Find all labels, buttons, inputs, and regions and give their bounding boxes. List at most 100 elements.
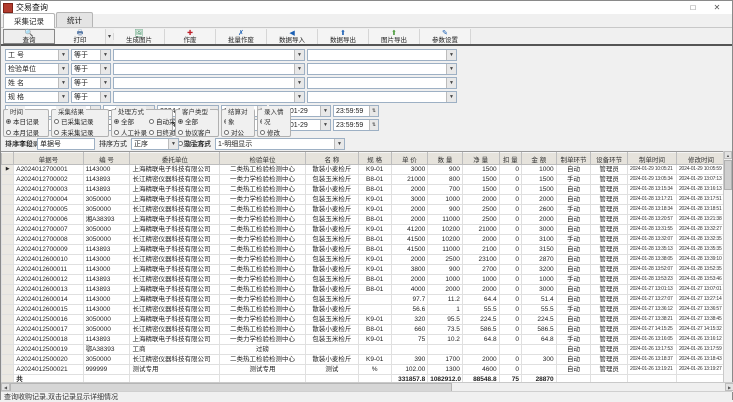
vertical-scroll-thumb[interactable] — [724, 160, 732, 190]
grid-column-header[interactable]: 扣 量 — [499, 153, 521, 165]
chevron-down-icon[interactable]: ▼ — [100, 78, 110, 88]
grid-row[interactable]: A2024012700007 3050000 上海精联电子科技有限公司 二类热工… — [2, 225, 726, 235]
grid-row[interactable]: A2024012500016 3050000 上海精联电子科技有限公司 一类力学… — [2, 315, 726, 325]
filter-value2-combo[interactable]: ▼ — [307, 63, 457, 75]
sort-field-input[interactable]: 单据号 — [37, 138, 95, 150]
grid-row[interactable]: A2024012700008 3050000 长江精密仪器科技有限公司 一类力学… — [2, 235, 726, 245]
close-button[interactable]: ✕ — [712, 3, 722, 12]
radio-option[interactable]: 人工补录 — [114, 127, 147, 137]
grid-row[interactable]: A2024012600012 1143893 长江精密仪器科技有限公司 一类力学… — [2, 275, 726, 285]
filter-value2-combo[interactable]: ▼ — [307, 77, 457, 89]
radio-option[interactable]: 对公 — [224, 127, 252, 137]
grid-row[interactable]: A2024012500021 999999 测试专用 测试专用 测试 % 102… — [2, 365, 726, 375]
grid-row[interactable]: A2024012700005 3050000 长江精密仪器科技有限公司 二类热工… — [2, 205, 726, 215]
radio-option[interactable]: 本日记录 — [6, 116, 46, 126]
grid-column-header[interactable]: 修改时间 — [676, 153, 725, 165]
filter-value1-combo[interactable]: ▼ — [113, 63, 305, 75]
chevron-down-icon[interactable]: ▼ — [446, 50, 456, 60]
chevron-down-icon[interactable]: ▼ — [294, 92, 304, 102]
sort-order-select[interactable]: 正序▼ — [131, 138, 179, 150]
scroll-up-icon[interactable]: ▲ — [724, 151, 732, 159]
chevron-down-icon[interactable]: ▼ — [168, 139, 178, 149]
chevron-down-icon[interactable]: ▼ — [58, 92, 68, 102]
chevron-down-icon[interactable]: ▼ — [294, 78, 304, 88]
grid-column-header[interactable]: 单 价 — [391, 153, 428, 165]
grid-column-header[interactable]: 制单环节 — [556, 153, 591, 165]
tab-statistics[interactable]: 统计 — [56, 12, 93, 27]
filter-value1-combo[interactable]: ▼ — [113, 77, 305, 89]
chevron-down-icon[interactable]: ▼ — [334, 139, 344, 149]
grid-column-header[interactable]: 单据号 — [14, 153, 83, 165]
grid-row[interactable]: A2024012500019 鄂A38393 工商 过磅 自动 管理员 2024… — [2, 345, 726, 355]
grid-row[interactable]: A2024012500020 3050000 长江精密仪器科技有限公司 二类热工… — [2, 355, 726, 365]
grid-row[interactable]: A2024012700009 1143893 上海精联电子科技有限公司 二类热工… — [2, 245, 726, 255]
grid-row[interactable]: A2024012500018 1143893 上海精联电子科技有限公司 一类力学… — [2, 335, 726, 345]
toolbar-button[interactable]: ✚ 作废 — [165, 29, 216, 44]
grid-row[interactable]: ▶ A2024012700001 1143000 上海精联电子科技有限公司 二类… — [2, 165, 726, 175]
grid-row[interactable]: A2024012600011 1143000 上海精联电子科技有限公司 二类热工… — [2, 265, 726, 275]
chevron-down-icon[interactable]: ▼ — [446, 64, 456, 74]
grid-column-header[interactable]: 净 量 — [462, 153, 499, 165]
grid-column-header[interactable]: 委托单位 — [130, 153, 220, 165]
grid-column-header[interactable]: 数 量 — [428, 153, 463, 165]
radio-option[interactable]: 全部 — [114, 116, 147, 126]
filter-op-select[interactable]: 等于▼ — [71, 49, 111, 61]
filter-field-select[interactable]: 工 号▼ — [5, 49, 69, 61]
grid-row[interactable]: A2024012700003 1143893 上海精联电子科技有限公司 二类热工… — [2, 185, 726, 195]
filter-op-select[interactable]: 等于▼ — [71, 63, 111, 75]
grid-column-header[interactable] — [2, 153, 14, 165]
chevron-down-icon[interactable]: ▼ — [58, 78, 68, 88]
filter-field-select[interactable]: 检验单位▼ — [5, 63, 69, 75]
calendar-dropdown-icon[interactable]: ▼ — [320, 120, 330, 130]
grid-column-header[interactable]: 制单时间 — [628, 153, 677, 165]
toolbar-button[interactable]: 🖶 打印 — [55, 29, 106, 44]
filter-value1-combo[interactable]: ▼ — [113, 49, 305, 61]
radio-option[interactable]: 本月记录 — [6, 127, 46, 137]
filter-value1-combo[interactable]: ▼ — [113, 91, 305, 103]
scroll-right-icon[interactable]: ▶ — [725, 383, 733, 391]
maximize-button[interactable]: □ — [688, 3, 698, 12]
grid-column-header[interactable]: 检验单位 — [220, 153, 306, 165]
grid-row[interactable]: A2024012700004 3050000 上海精联电子科技有限公司 一类力学… — [2, 195, 726, 205]
grid-row[interactable]: A2024012700006 湘A38393 上海精联电子科技有限公司 一类力学… — [2, 215, 726, 225]
grid-row[interactable]: A2024012600014 1143000 上海精联电子科技有限公司 一类力学… — [2, 295, 726, 305]
chevron-down-icon[interactable]: ▼ — [58, 50, 68, 60]
spinner-icon[interactable]: ⇅ — [369, 120, 378, 130]
chevron-down-icon[interactable]: ▼ — [446, 78, 456, 88]
chevron-down-icon[interactable]: ▼ — [446, 92, 456, 102]
grid-column-header[interactable]: 金 额 — [521, 153, 556, 165]
grid-row[interactable]: A2024012700002 1143893 长江精密仪器科技有限公司 一类力学… — [2, 175, 726, 185]
grid-column-header[interactable]: 编 号 — [83, 153, 130, 165]
toolbar-button[interactable]: ✗ 批量作废 — [216, 29, 267, 44]
filter-op-select[interactable]: 等于▼ — [71, 77, 111, 89]
chevron-down-icon[interactable]: ▼ — [100, 50, 110, 60]
toolbar-button[interactable]: ⬆ 数据导出 — [318, 29, 369, 44]
toolbar-button[interactable]: ◀ 数据导入 — [267, 29, 318, 44]
radio-option[interactable]: 已采集记录 — [54, 116, 106, 126]
vertical-scrollbar[interactable]: ▲ — [723, 151, 732, 382]
grid-column-header[interactable]: 设备环节 — [591, 153, 628, 165]
chevron-down-icon[interactable]: ▼ — [100, 92, 110, 102]
grid-column-header[interactable]: 名 称 — [305, 153, 358, 165]
toolbar-button[interactable]: 🔍 查询 — [3, 29, 55, 44]
grid-column-header[interactable]: 规 格 — [358, 153, 391, 165]
scroll-left-icon[interactable]: ◀ — [1, 383, 10, 391]
time-to-spinner[interactable]: 23:59:59⇅ — [333, 119, 379, 131]
print-dropdown-arrow[interactable]: ▾ — [106, 33, 114, 40]
toolbar-button[interactable]: 🖼 生成图片 — [114, 29, 165, 44]
radio-option[interactable]: 全部 — [178, 116, 216, 126]
chevron-down-icon[interactable]: ▼ — [294, 64, 304, 74]
radio-option[interactable]: 协议客户 — [178, 127, 216, 137]
chevron-down-icon[interactable]: ▼ — [100, 64, 110, 74]
chevron-down-icon[interactable]: ▼ — [294, 50, 304, 60]
filter-value2-combo[interactable]: ▼ — [307, 49, 457, 61]
tab-records[interactable]: 采集记录 — [3, 13, 55, 28]
time-to-spinner[interactable]: 23:59:59⇅ — [333, 105, 379, 117]
grid-row[interactable]: A2024012600010 1143000 长江精密仪器科技有限公司 一类力学… — [2, 255, 726, 265]
toolbar-button[interactable]: ✎ 参数设置 — [420, 29, 471, 44]
filter-op-select[interactable]: 等于▼ — [71, 91, 111, 103]
toolbar-button[interactable]: ⬆ 图片导出 — [369, 29, 420, 44]
filter-field-select[interactable]: 规 格▼ — [5, 91, 69, 103]
grid-row[interactable]: A2024012600013 1143893 上海精联电子科技有限公司 二类热工… — [2, 285, 726, 295]
grid-row[interactable]: A2024012600015 1143000 长江精密仪器科技有限公司 二类热工… — [2, 305, 726, 315]
